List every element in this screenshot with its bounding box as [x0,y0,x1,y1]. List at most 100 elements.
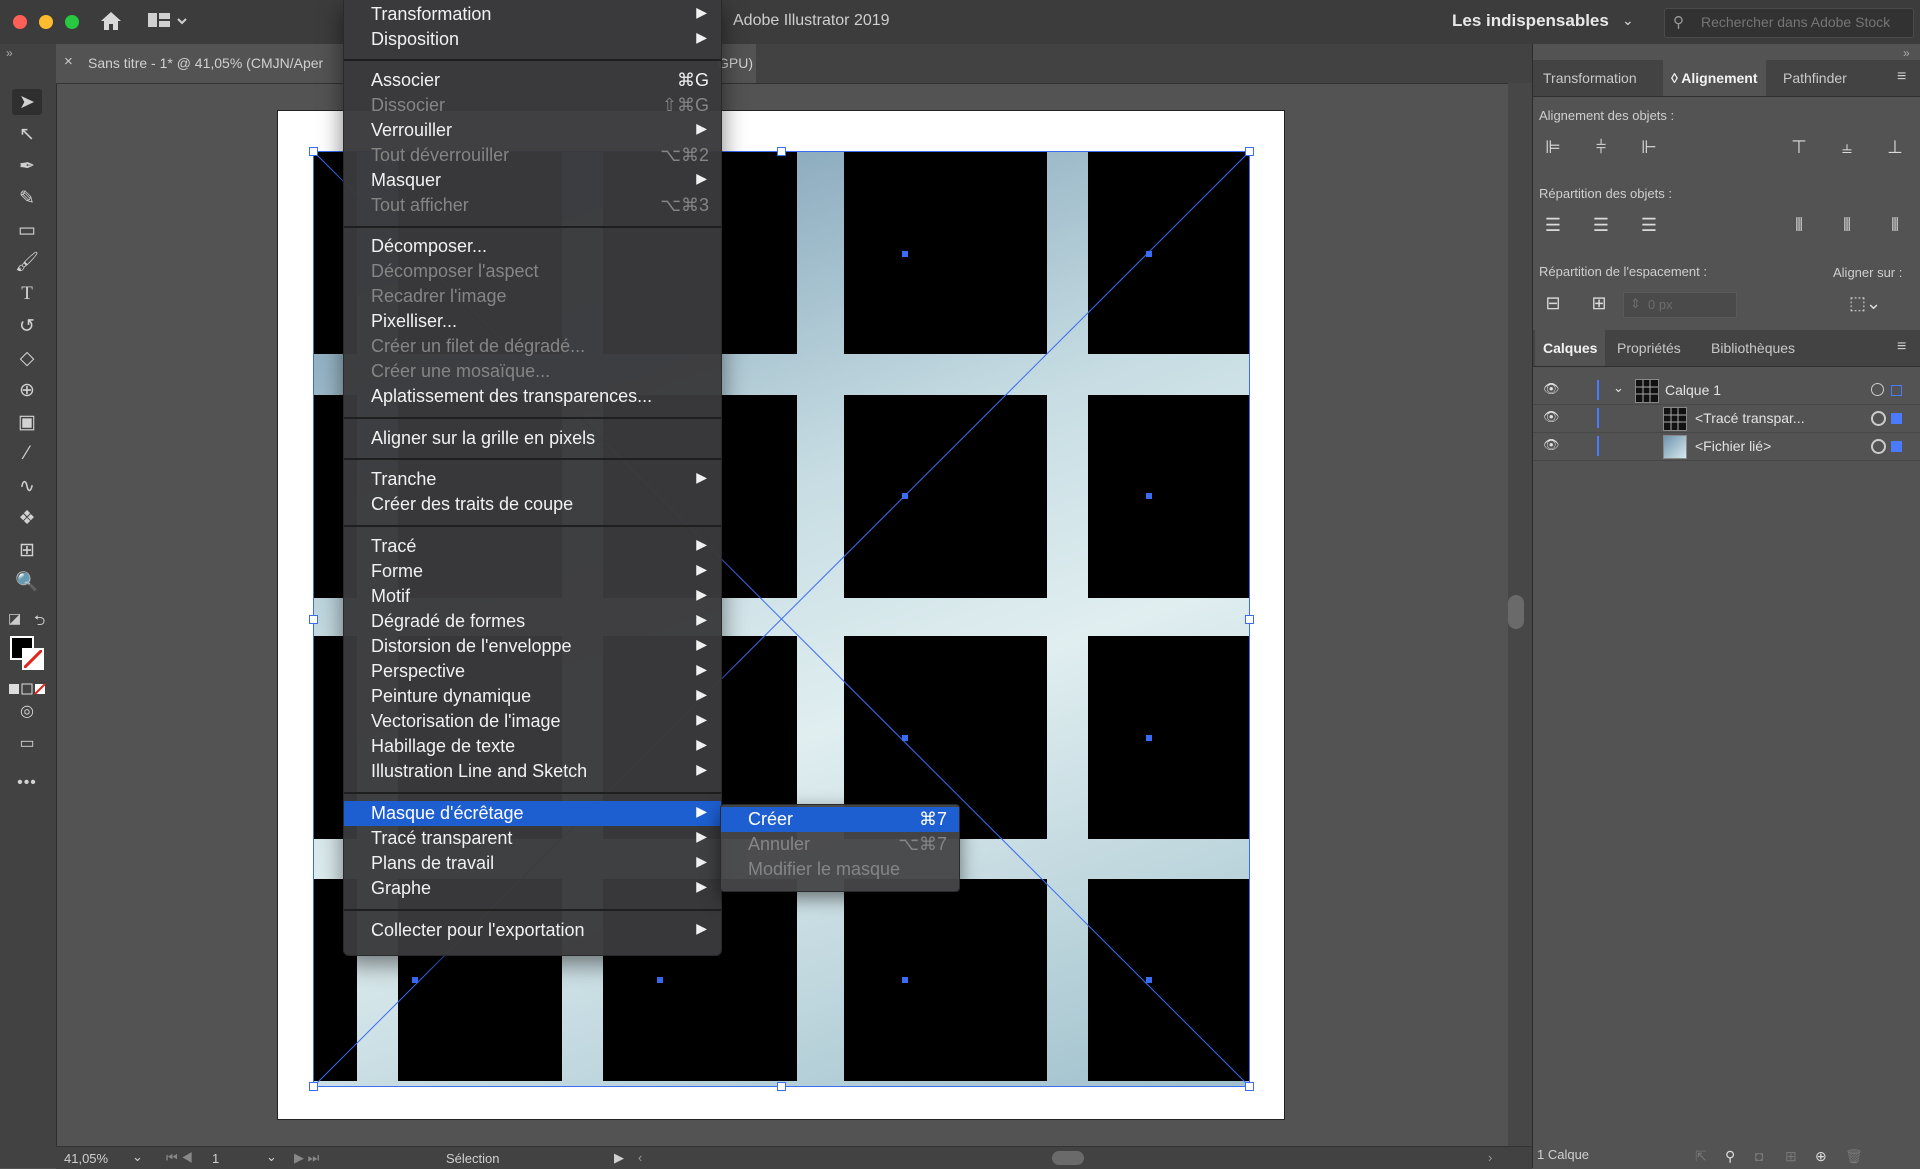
menu-item-masquer[interactable]: Masquer ▶ [344,168,721,193]
export-icon[interactable]: ⇱ [1695,1148,1707,1165]
menu-item-vectorisation[interactable]: Vectorisation de l'image ▶ [344,709,721,734]
menu-item-plans-travail[interactable]: Plans de travail ▶ [344,851,721,876]
default-colors-icon[interactable]: ◪ [8,610,21,627]
blend-tool-icon[interactable]: ∿ [12,473,42,499]
align-horizontal-center-icon[interactable]: ⫩ [1587,134,1615,160]
zoom-window-button[interactable] [65,15,79,29]
vertical-scroll-thumb[interactable] [1508,595,1524,629]
pen-tool-icon[interactable]: ✒ [12,153,42,179]
stepper-icon[interactable]: ⇕ [1630,296,1641,312]
menu-item-masque-ecretage[interactable]: Masque d'écrêtage ▶ [344,801,721,826]
status-menu-icon[interactable]: ▶ [614,1150,624,1166]
resize-handle[interactable] [777,147,786,156]
menu-item-degrade-formes[interactable]: Dégradé de formes ▶ [344,609,721,634]
layer-selection-indicator[interactable] [1891,441,1902,452]
resize-handle[interactable] [1245,1082,1254,1091]
more-tools-icon[interactable]: ••• [12,770,42,796]
rotate-tool-icon[interactable]: ↺ [12,313,42,339]
gradient-tool-icon[interactable]: ▣ [12,409,42,435]
color-mode-icons[interactable] [9,682,47,695]
tab-pathfinder[interactable]: Pathfinder [1775,60,1855,96]
swap-colors-icon[interactable]: ⮌ [34,610,45,634]
align-top-icon[interactable]: ⊤ [1785,134,1813,160]
eyedropper-tool-icon[interactable]: ⁄ [12,441,42,467]
tab-alignement[interactable]: ◊ Alignement [1663,60,1766,96]
paintbrush-tool-icon[interactable]: 🖌 [12,249,42,275]
delete-layer-icon[interactable]: 🗑 [1845,1148,1863,1165]
menu-item-dissocier[interactable]: Dissocier ⇧⌘G [344,93,721,118]
menu-item-filet-degrade[interactable]: Créer un filet de dégradé... [344,334,721,359]
artboard-tool-icon[interactable]: ⊞ [12,537,42,563]
distribute-bottom-icon[interactable]: ☰ [1635,212,1663,238]
layer-row[interactable]: 👁 ⌄ Calque 1 [1533,376,1920,405]
layer-target-icon[interactable] [1871,411,1886,426]
menu-item-tranche[interactable]: Tranche ▶ [344,467,721,492]
scroll-left-icon[interactable]: ‹ [638,1150,642,1165]
panel-menu-icon[interactable]: ≡ [1897,68,1906,86]
curvature-tool-icon[interactable]: ✎ [12,185,42,211]
tab-bibliotheques[interactable]: Bibliothèques [1703,330,1803,366]
close-tab-icon[interactable]: × [64,53,73,70]
distribute-right-icon[interactable]: ⫴ [1881,212,1909,238]
distribute-left-icon[interactable]: ⫴ [1785,212,1813,238]
spacing-value-field[interactable]: ⇕ 0 px [1623,292,1737,318]
symbol-sprayer-tool-icon[interactable]: ❖ [12,505,42,531]
align-left-icon[interactable]: ⊫ [1539,134,1567,160]
layer-selection-indicator[interactable] [1891,385,1902,396]
menu-item-collecter-exportation[interactable]: Collecter pour l'exportation ▶ [344,918,721,943]
home-icon[interactable] [98,9,124,33]
panel-menu-icon[interactable]: ≡ [1897,338,1906,356]
menu-item-perspective[interactable]: Perspective ▶ [344,659,721,684]
current-tool-status[interactable]: Sélection [446,1151,499,1166]
stock-search-input[interactable] [1699,13,1913,31]
layer-selection-indicator[interactable] [1891,413,1902,424]
type-tool-icon[interactable]: T [12,281,42,307]
selection-tool-icon[interactable]: ➤ [12,89,42,115]
first-artboard-icon[interactable]: ⏮ ◀ [166,1150,193,1166]
shape-builder-tool-icon[interactable]: ⊕ [12,377,42,403]
menu-item-recadrer-image[interactable]: Recadrer l'image [344,284,721,309]
menu-item-tout-deverrouiller[interactable]: Tout déverrouiller ⌥⌘2 [344,143,721,168]
rectangle-tool-icon[interactable]: ▭ [12,217,42,243]
tab-proprietes[interactable]: Propriétés [1609,330,1689,366]
direct-selection-tool-icon[interactable]: ↖ [12,121,42,147]
menu-item-pixelliser[interactable]: Pixelliser... [344,309,721,334]
menu-item-transformation[interactable]: Transformation ▶ [344,2,721,27]
scroll-right-icon[interactable]: › [1488,1150,1492,1165]
align-right-icon[interactable]: ⊩ [1635,134,1663,160]
resize-handle[interactable] [1245,615,1254,624]
menu-item-peinture-dynamique[interactable]: Peinture dynamique ▶ [344,684,721,709]
visibility-eye-icon[interactable]: 👁 [1543,409,1560,425]
stock-search-field[interactable]: ⚲ [1664,8,1914,38]
chevron-down-icon[interactable]: ⌄ [132,1149,143,1165]
align-to-selection-icon[interactable]: ⬚⌄ [1845,290,1885,316]
visibility-eye-icon[interactable]: 👁 [1543,437,1560,453]
chevron-down-icon[interactable]: ⌄ [1613,380,1624,396]
new-layer-icon[interactable]: ⊕ [1815,1148,1827,1165]
resize-handle[interactable] [309,147,318,156]
menu-item-aligner-grille[interactable]: Aligner sur la grille en pixels [344,426,721,451]
align-bottom-icon[interactable]: ⊥ [1881,134,1909,160]
zoom-level[interactable]: 41,05% [64,1151,108,1166]
zoom-tool-icon[interactable]: 🔍 [12,569,42,595]
menu-item-forme[interactable]: Forme ▶ [344,559,721,584]
submenu-item-modifier-masque[interactable]: Modifier le masque [721,857,959,882]
resize-handle[interactable] [1245,147,1254,156]
locate-object-icon[interactable]: ⚲ [1725,1148,1735,1165]
layer-row[interactable]: 👁 <Fichier lié> [1533,432,1920,461]
horizontal-distribute-space-icon[interactable]: ⊞ [1585,290,1613,316]
collapse-toolbar-icon[interactable]: » [6,46,13,60]
stroke-color-swatch[interactable] [22,648,44,670]
menu-item-associer[interactable]: Associer ⌘G [344,68,721,93]
new-sublayer-icon[interactable]: ⊞ [1785,1148,1797,1165]
eraser-tool-icon[interactable]: ◇ [12,345,42,371]
distribute-top-icon[interactable]: ☰ [1539,212,1567,238]
menu-item-mosaique[interactable]: Créer une mosaïque... [344,359,721,384]
collapse-dock-icon[interactable]: » [1903,46,1910,60]
menu-item-illustration-line-sketch[interactable]: Illustration Line and Sketch ▶ [344,759,721,784]
layer-row[interactable]: 👁 <Tracé transpar... [1533,404,1920,433]
submenu-item-annuler[interactable]: Annuler ⌥⌘7 [721,832,959,857]
menu-item-trace[interactable]: Tracé ▶ [344,534,721,559]
menu-item-traits-coupe[interactable]: Créer des traits de coupe [344,492,721,517]
layer-target-icon[interactable] [1871,383,1884,396]
